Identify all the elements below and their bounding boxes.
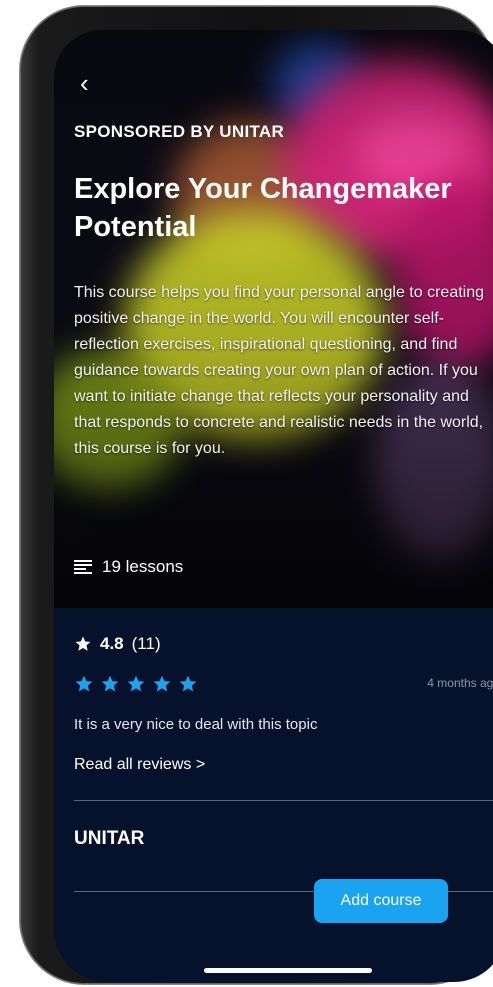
review-star-icon <box>153 675 171 692</box>
review-star-icon <box>101 675 119 692</box>
lessons-count: 19 lessons <box>74 557 183 577</box>
review-star-icon <box>179 675 197 692</box>
divider <box>74 800 493 801</box>
chevron-left-icon: ‹ <box>80 68 89 98</box>
review-text: It is a very nice to deal with this topi… <box>74 716 318 733</box>
star-icon <box>75 636 91 651</box>
read-all-reviews-link[interactable]: Read all reviews > <box>74 756 205 774</box>
course-description: This course helps you find your personal… <box>74 284 485 457</box>
review-star-icon <box>127 675 145 692</box>
home-indicator[interactable] <box>204 968 372 973</box>
review-star-icon <box>75 675 93 692</box>
rating-count: (11) <box>131 634 161 653</box>
back-button[interactable]: ‹ <box>80 70 89 96</box>
phone-frame: ‹ SPONSORED BY UNITAR Explore Your Chang… <box>20 6 493 984</box>
course-title: Explore Your Changemaker Potential <box>74 173 452 243</box>
organization-name[interactable]: UNITAR <box>74 828 144 850</box>
rating-summary: 4.8 (11) <box>74 634 161 654</box>
review-time: 4 months ago <box>427 676 493 690</box>
list-lines-icon <box>74 560 92 574</box>
add-course-button[interactable]: Add course <box>314 879 448 923</box>
review-stars <box>74 674 198 694</box>
rating-value: 4.8 <box>100 634 124 653</box>
course-hero-image: ‹ SPONSORED BY UNITAR Explore Your Chang… <box>54 30 493 608</box>
sponsor-label: SPONSORED BY UNITAR <box>74 122 285 141</box>
app-screen: ‹ SPONSORED BY UNITAR Explore Your Chang… <box>54 30 493 982</box>
lessons-label: 19 lessons <box>102 557 184 576</box>
